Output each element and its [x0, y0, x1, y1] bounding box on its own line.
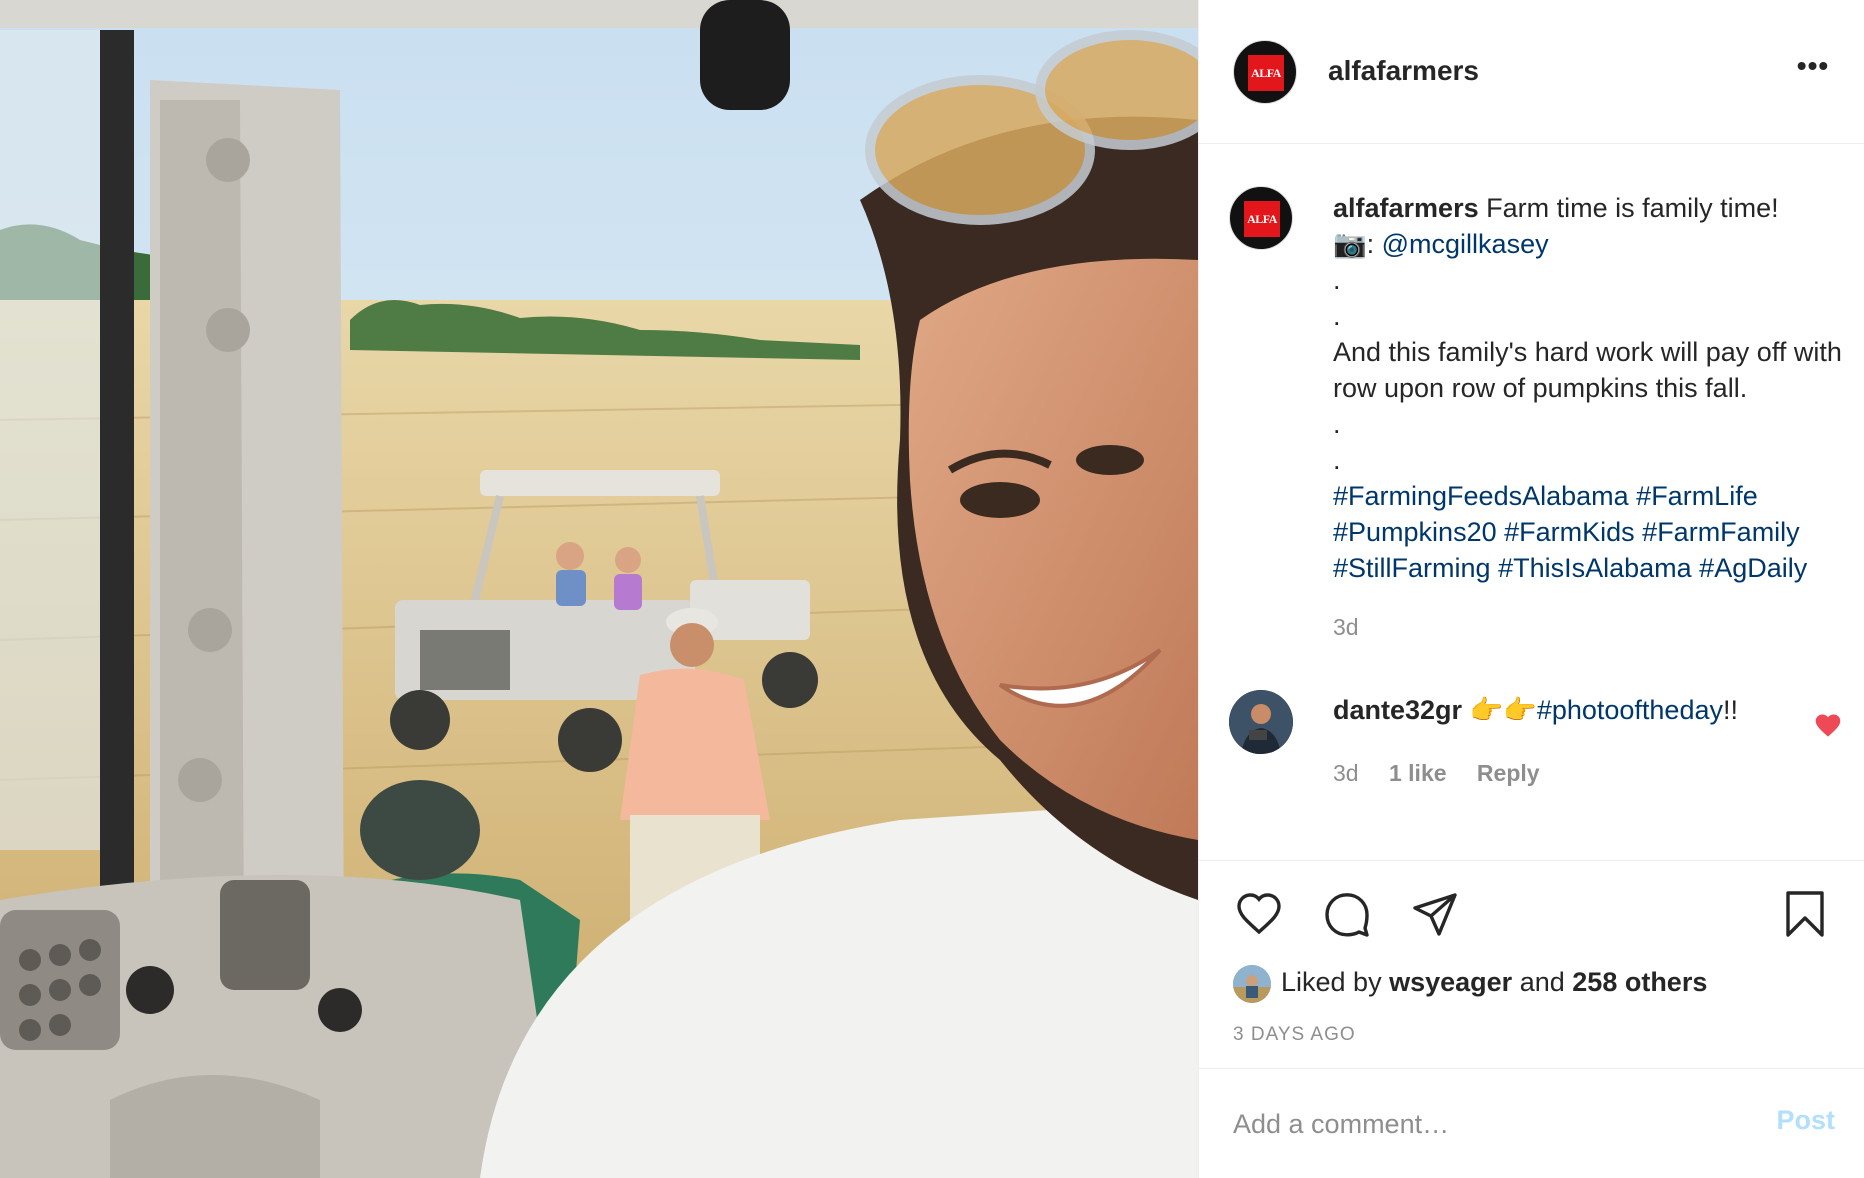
likes-and: and: [1519, 967, 1565, 997]
commenter-photo: [1229, 690, 1293, 754]
alfa-logo-band: [1244, 227, 1280, 235]
caption-credit-separator: :: [1366, 229, 1382, 259]
comment-liked-heart-icon[interactable]: [1814, 712, 1842, 738]
comment-reply-button[interactable]: Reply: [1477, 760, 1540, 786]
commenter-username[interactable]: dante32gr: [1333, 695, 1462, 725]
alfa-logo-band: [1248, 81, 1284, 89]
caption-body: And this family's hard work will pay off…: [1333, 337, 1842, 403]
caption-line1: Farm time is family time!: [1486, 193, 1779, 223]
share-send-icon[interactable]: [1409, 888, 1461, 940]
comment-timestamp[interactable]: 3d: [1333, 760, 1359, 786]
post-comment-button[interactable]: Post: [1776, 1105, 1835, 1136]
like-heart-icon[interactable]: [1233, 888, 1285, 940]
hashtag[interactable]: #ThisIsAlabama: [1498, 553, 1692, 583]
caption-dot: .: [1333, 409, 1341, 439]
post-photo[interactable]: [0, 0, 1198, 1178]
post-header: ALFA alfafarmers •••: [1199, 0, 1864, 144]
hashtag[interactable]: #StillFarming: [1333, 553, 1491, 583]
caption-credit-mention[interactable]: @mcgillkasey: [1382, 229, 1549, 259]
caption-dot: .: [1333, 445, 1341, 475]
liked-by-prefix: Liked by: [1281, 967, 1382, 997]
caption-hashtags: #FarmingFeedsAlabama #FarmLife #Pumpkins…: [1333, 478, 1843, 586]
hashtag[interactable]: #FarmKids: [1504, 517, 1635, 547]
liker-username[interactable]: wsyeager: [1389, 967, 1512, 997]
hashtag[interactable]: #Pumpkins20: [1333, 517, 1497, 547]
post-date[interactable]: 3 DAYS AGO: [1233, 1024, 1356, 1046]
hashtag[interactable]: #FarmingFeedsAlabama: [1333, 481, 1629, 511]
caption-dot: .: [1333, 265, 1341, 295]
hashtag[interactable]: #AgDaily: [1699, 553, 1807, 583]
more-options-icon[interactable]: •••: [1793, 52, 1833, 86]
hashtag[interactable]: #FarmFamily: [1642, 517, 1800, 547]
comment-suffix: !!: [1722, 695, 1738, 725]
add-comment-input[interactable]: [1233, 1107, 1733, 1141]
photo-illustration: [0, 0, 1198, 1178]
caption-dot: .: [1333, 301, 1341, 331]
comment-meta: 3d 1 like Reply: [1333, 760, 1564, 787]
account-username[interactable]: alfafarmers: [1328, 55, 1479, 87]
liker-photo: [1233, 964, 1271, 1003]
comment-likes[interactable]: 1 like: [1389, 760, 1447, 786]
caption-username[interactable]: alfafarmers: [1333, 193, 1479, 223]
likes-others-count[interactable]: 258 others: [1572, 967, 1707, 997]
caption-timestamp[interactable]: 3d: [1333, 614, 1359, 641]
comment-text: dante32gr 👉👉#photooftheday!!: [1333, 692, 1803, 728]
caption-avatar[interactable]: ALFA: [1229, 186, 1293, 250]
actions-divider: [1199, 860, 1864, 861]
pointing-emoji-icon: 👉👉: [1469, 695, 1537, 725]
comment-hashtag[interactable]: #photooftheday: [1537, 695, 1723, 725]
likes-summary: Liked by wsyeager and 258 others: [1233, 962, 1707, 1003]
camera-icon: 📷: [1333, 229, 1367, 259]
comment-bubble-icon[interactable]: [1321, 888, 1373, 940]
account-avatar[interactable]: ALFA: [1233, 40, 1297, 104]
commenter-avatar[interactable]: [1229, 690, 1293, 754]
save-bookmark-icon[interactable]: [1779, 888, 1831, 940]
hashtag[interactable]: #FarmLife: [1636, 481, 1758, 511]
liker-avatar[interactable]: [1233, 964, 1271, 1003]
post-caption: alfafarmers Farm time is family time! 📷:…: [1333, 190, 1843, 586]
add-comment-bar: Post: [1199, 1068, 1864, 1178]
post-panel: ALFA alfafarmers ••• ALFA alfafarmers Fa…: [1198, 0, 1864, 1178]
